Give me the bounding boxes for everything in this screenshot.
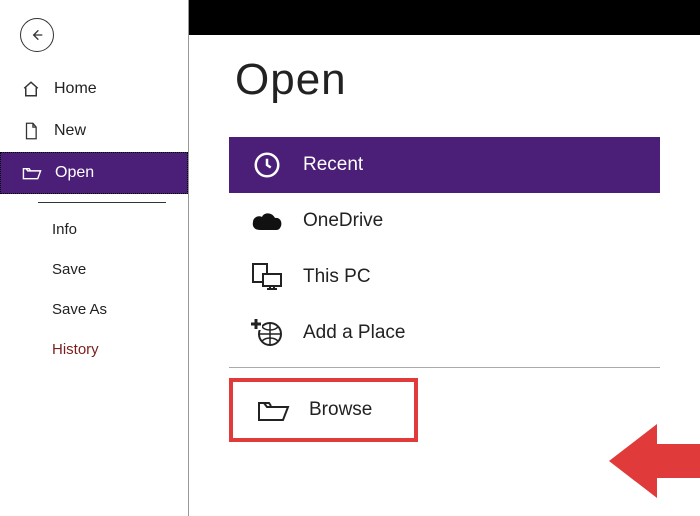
clock-icon — [247, 150, 287, 180]
page-title: Open — [235, 55, 700, 105]
folder-open-icon — [21, 165, 43, 181]
location-recent[interactable]: Recent — [229, 137, 660, 193]
sidebar-item-save[interactable]: Save — [0, 249, 188, 289]
sidebar-sub-label: History — [52, 341, 99, 358]
location-add-place[interactable]: Add a Place — [229, 305, 660, 361]
separator — [38, 202, 166, 203]
sidebar-item-save-as[interactable]: Save As — [0, 289, 188, 329]
cloud-icon — [247, 210, 287, 232]
arrow-left-icon — [29, 27, 45, 43]
sidebar-item-label: Open — [55, 164, 94, 182]
sidebar: Home New Open Info Save Save As History — [0, 0, 188, 516]
location-onedrive[interactable]: OneDrive — [229, 193, 660, 249]
location-label: Add a Place — [303, 322, 405, 344]
sidebar-sub-label: Info — [52, 221, 77, 238]
arrow-callout-icon — [609, 418, 700, 509]
sidebar-item-label: Home — [54, 80, 97, 98]
sidebar-item-new[interactable]: New — [0, 110, 188, 152]
home-icon — [20, 80, 42, 98]
location-this-pc[interactable]: This PC — [229, 249, 660, 305]
location-label: This PC — [303, 266, 371, 288]
sidebar-item-info[interactable]: Info — [0, 209, 188, 249]
sidebar-item-open[interactable]: Open — [0, 152, 188, 194]
main-panel: Open Recent OneDrive — [189, 0, 700, 516]
location-label: OneDrive — [303, 210, 383, 232]
folder-open-icon — [253, 397, 293, 423]
location-label: Browse — [309, 399, 372, 421]
sidebar-sub-label: Save As — [52, 301, 107, 318]
add-globe-icon — [247, 318, 287, 348]
document-icon — [20, 122, 42, 140]
sidebar-item-label: New — [54, 122, 86, 140]
computer-icon — [247, 262, 287, 292]
sidebar-item-home[interactable]: Home — [0, 68, 188, 110]
callout-highlight: Browse — [229, 378, 418, 442]
sidebar-sub-label: Save — [52, 261, 86, 278]
back-button[interactable] — [20, 18, 54, 52]
location-browse[interactable]: Browse — [235, 384, 412, 436]
separator — [229, 367, 660, 368]
titlebar — [189, 0, 700, 35]
location-label: Recent — [303, 154, 363, 176]
location-list: Recent OneDrive This PC — [229, 137, 660, 442]
sidebar-item-history[interactable]: History — [0, 329, 188, 369]
